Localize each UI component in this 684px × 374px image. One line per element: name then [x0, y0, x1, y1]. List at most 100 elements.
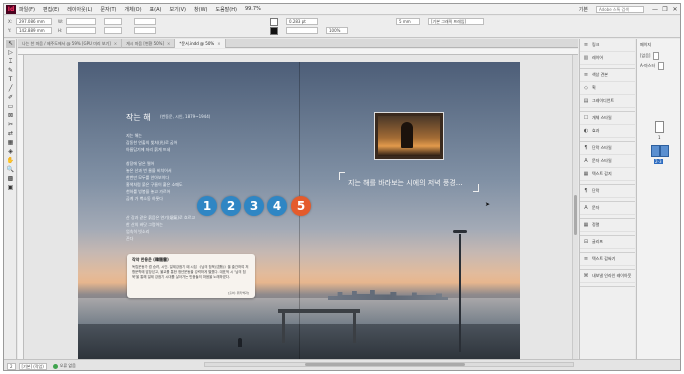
- page-number-field[interactable]: 2: [7, 362, 16, 370]
- panel-item-label: 색상 견본: [592, 72, 608, 77]
- a-master-row[interactable]: A-마스터: [637, 61, 680, 71]
- panel-icon: A: [584, 158, 588, 164]
- panel-item[interactable]: ▤ 그레이디언트: [580, 95, 635, 108]
- menu-layout[interactable]: 레이아웃(L): [67, 6, 92, 13]
- menu-window[interactable]: 창(W): [194, 6, 207, 13]
- tab-document-2[interactable]: 게시 마음 [변환 50%] ×: [122, 39, 176, 48]
- scissors-tool-icon[interactable]: ✂: [6, 121, 15, 129]
- page-2-thumb[interactable]: [651, 145, 660, 157]
- panel-item[interactable]: A 문자: [580, 202, 635, 215]
- menu-table[interactable]: 표(A): [150, 6, 162, 13]
- panel-item[interactable]: A 문자 스타일: [580, 155, 635, 168]
- panel-item[interactable]: ▦ 텍스트 감지: [580, 168, 635, 181]
- hand-tool-icon[interactable]: ✋: [6, 157, 15, 165]
- direct-selection-tool-icon[interactable]: ▷: [6, 49, 15, 57]
- page-3-thumb[interactable]: [660, 145, 669, 157]
- menu-view[interactable]: 보기(V): [169, 6, 186, 13]
- menu-file[interactable]: 파일(F): [19, 6, 35, 13]
- info-card[interactable]: 작약 한용운 (韓龍雲) 독립운동가 겸 승려, 시인. 일제강점기 때 시집 …: [127, 254, 255, 298]
- panel-item[interactable]: ⌘ 내보낼 인라인 레이아웃: [580, 270, 635, 283]
- close-tab-icon[interactable]: ×: [217, 39, 220, 48]
- frame-fitting-field[interactable]: [기본 그래픽 프레임]: [428, 18, 484, 25]
- stroke-swatch[interactable]: [270, 27, 278, 35]
- eyedropper-tool-icon[interactable]: ◈: [6, 148, 15, 156]
- close-tab-icon[interactable]: ×: [114, 39, 117, 48]
- page-2-3-label: 2-3: [654, 159, 663, 164]
- scale-y-field[interactable]: [104, 27, 122, 34]
- scroll-thumb[interactable]: [574, 195, 577, 235]
- panel-item[interactable]: ▥ 레이어: [580, 52, 635, 65]
- scroll-thumb[interactable]: [305, 363, 465, 366]
- fill-swatch[interactable]: [270, 18, 278, 26]
- panel-item[interactable]: ◇ 획: [580, 82, 635, 95]
- pen-tool-icon[interactable]: ✎: [6, 67, 15, 75]
- menu-edit[interactable]: 편집(E): [43, 6, 59, 13]
- selection-tool-icon[interactable]: ↖: [6, 40, 15, 48]
- tab-document-3[interactable]: *문서.indd @ 50% ×: [175, 39, 226, 48]
- panel-item-label: 정렬: [592, 222, 600, 227]
- x-field[interactable]: 297.086 mm: [16, 18, 52, 25]
- stroke-style-field[interactable]: [286, 27, 318, 34]
- minimize-button[interactable]: —: [650, 6, 660, 13]
- mouse-cursor-icon: ➤: [485, 201, 491, 208]
- reference-field[interactable]: 5 mm: [396, 18, 420, 25]
- caption-bracket-right: [473, 184, 479, 192]
- rotate-field[interactable]: [134, 18, 156, 25]
- workspace-switcher[interactable]: 기본: [579, 6, 588, 13]
- rectangle-tool-icon[interactable]: ⊠: [6, 112, 15, 120]
- none-master-row[interactable]: [없음]: [637, 51, 680, 61]
- poem-stanza-2[interactable]: 창장에 달은 떨어 놓은 산과 번 물을 비치어서 한번만 모두를 안아보이다 …: [126, 160, 183, 202]
- poem-stanza-1[interactable]: 지는 해는 감동한 연출의 빛처(光)로 굽어 아름답기에 저리 붉게 뜨네: [126, 132, 177, 153]
- panel-item[interactable]: ▦ 정렬: [580, 219, 635, 232]
- panel-item[interactable]: ¶ 단락: [580, 185, 635, 198]
- panel-item[interactable]: ☐ 개체 스타일: [580, 112, 635, 125]
- poem-stanza-3[interactable]: 산 강과 같은 붉음은 연기(烟氣)로 흐르고 한 산의 바닷 그렁어는 엄숙히…: [126, 214, 195, 242]
- panel-item[interactable]: ◐ 효과: [580, 125, 635, 138]
- page-spread[interactable]: 작는 해 (번동운, 시인, 1879~1944) 지는 해는 감동한 연출의 …: [78, 62, 520, 360]
- pavilion-roof: [278, 309, 360, 313]
- panel-icon: ¶: [584, 188, 588, 194]
- shear-field[interactable]: [134, 27, 156, 34]
- free-transform-tool-icon[interactable]: ⇄: [6, 130, 15, 138]
- menu-help[interactable]: 도움말(H): [215, 6, 236, 13]
- page-mode-field[interactable]: [기본] (작업): [18, 362, 47, 370]
- horizontal-scrollbar[interactable]: [204, 362, 574, 367]
- gradient-tool-icon[interactable]: ▦: [6, 139, 15, 147]
- stroke-weight-field[interactable]: 0.283 pt: [286, 18, 318, 25]
- poem-author[interactable]: (번동운, 시인, 1879~1944): [160, 114, 210, 120]
- pavilion-column: [282, 313, 285, 343]
- panel-item[interactable]: ¶ 단락 스타일: [580, 142, 635, 155]
- photo-caption[interactable]: 지는 해를 바라보는 시에의 저녁 풍경…: [348, 178, 463, 188]
- poem-title[interactable]: 작는 해: [126, 112, 151, 123]
- vertical-scrollbar[interactable]: [572, 55, 578, 359]
- line-tool-icon[interactable]: ╱: [6, 85, 15, 93]
- menu-object[interactable]: 개체(O): [125, 6, 142, 13]
- opacity-field[interactable]: 100%: [326, 27, 348, 34]
- close-tab-icon[interactable]: ×: [167, 39, 170, 48]
- preflight-status-label[interactable]: 오류 없음: [60, 363, 76, 369]
- silhouette-photo-frame[interactable]: [374, 112, 444, 160]
- pencil-tool-icon[interactable]: ✐: [6, 94, 15, 102]
- gap-tool-icon[interactable]: ⌶: [6, 58, 15, 66]
- rectangle-frame-tool-icon[interactable]: ▭: [6, 103, 15, 111]
- panel-item[interactable]: ≡ 링크: [580, 39, 635, 52]
- panel-item[interactable]: ≡ 색상 견본: [580, 69, 635, 82]
- stock-search-input[interactable]: Adobe 스톡 검색: [596, 5, 644, 13]
- close-button[interactable]: ✕: [670, 6, 680, 13]
- fill-stroke-icon[interactable]: ▩: [6, 175, 15, 183]
- maximize-button[interactable]: ❐: [660, 6, 670, 13]
- type-tool-icon[interactable]: T: [6, 76, 15, 84]
- w-field[interactable]: [66, 18, 96, 25]
- zoom-tool-icon[interactable]: 🔍: [6, 166, 15, 174]
- tab-document-1[interactable]: 나는 찬 마음 / 제주도에서 @ 59% [GPU 미리 보기] ×: [18, 39, 123, 48]
- pages-panel-title[interactable]: 페이지: [637, 39, 680, 51]
- page-1-thumb[interactable]: [655, 121, 664, 133]
- screen-mode-icon[interactable]: ▣: [6, 184, 15, 192]
- panel-item[interactable]: ⊟ 글리프: [580, 236, 635, 249]
- y-field[interactable]: 142.889 mm: [16, 27, 52, 34]
- panel-item[interactable]: ≡ 텍스트 감싸기: [580, 253, 635, 266]
- zoom-level[interactable]: 99.7%: [245, 6, 261, 12]
- scale-x-field[interactable]: [104, 18, 122, 25]
- menu-type[interactable]: 문자(T): [100, 6, 116, 13]
- h-field[interactable]: [66, 27, 96, 34]
